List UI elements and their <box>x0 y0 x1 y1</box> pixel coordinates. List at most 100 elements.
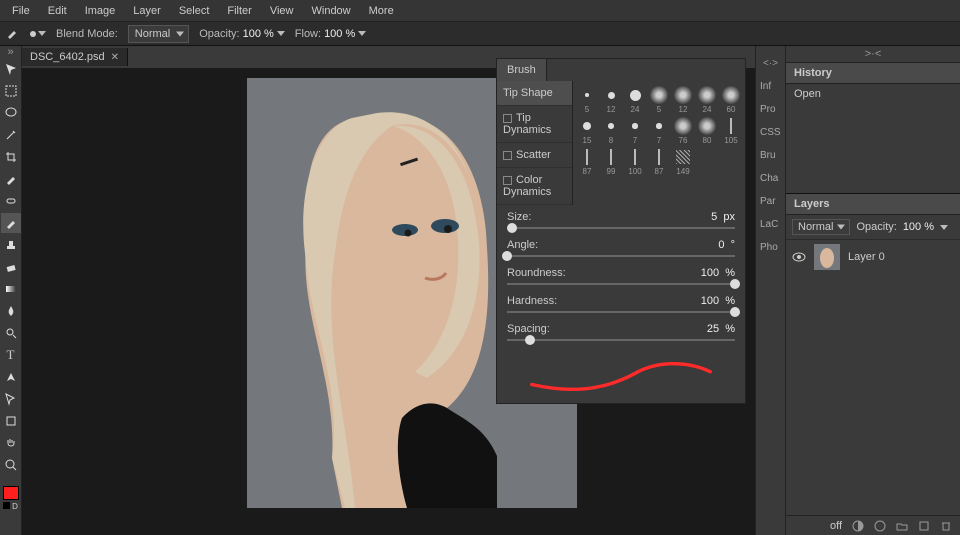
new-layer-icon[interactable] <box>918 520 930 532</box>
info-panel-tab[interactable]: Inf <box>756 75 785 98</box>
brush-size-icon[interactable] <box>30 31 46 37</box>
zoom-tool[interactable] <box>1 455 21 475</box>
slider-value[interactable]: 100 % <box>701 295 735 307</box>
document-tab[interactable]: DSC_6402.psd ✕ <box>22 48 128 66</box>
blur-tool[interactable] <box>1 301 21 321</box>
menu-edit[interactable]: Edit <box>40 2 75 20</box>
chevron-down-icon[interactable] <box>940 225 948 230</box>
wand-tool[interactable] <box>1 125 21 145</box>
angle-slider[interactable]: Angle:0 ° <box>507 239 735 257</box>
spacing-slider[interactable]: Spacing:25 % <box>507 323 735 341</box>
brush-preset[interactable]: 24 <box>697 85 717 114</box>
blend-mode-select[interactable]: Normal <box>128 25 189 43</box>
brush-preset[interactable]: 5 <box>649 85 669 114</box>
brush-preset[interactable]: 105 <box>721 116 741 145</box>
gradient-tool[interactable] <box>1 279 21 299</box>
slider-value[interactable]: 0 ° <box>718 239 735 251</box>
layer-thumbnail[interactable] <box>814 244 840 270</box>
brush-preset[interactable]: 24 <box>625 85 645 114</box>
hardness-slider[interactable]: Hardness:100 % <box>507 295 735 313</box>
bw-reset-icon[interactable] <box>3 502 10 509</box>
adjustment-icon[interactable] <box>874 520 886 532</box>
paragraph-panel-tab[interactable]: Par <box>756 190 785 213</box>
brush-panel-tab[interactable]: Brush <box>497 59 547 81</box>
menu-layer[interactable]: Layer <box>125 2 169 20</box>
collapse-icon[interactable]: >·< <box>786 46 960 63</box>
close-icon[interactable]: ✕ <box>111 52 119 63</box>
lasso-tool[interactable] <box>1 103 21 123</box>
layer-blend-select[interactable]: Normal <box>792 219 850 235</box>
slider-value[interactable]: 5 px <box>711 211 735 223</box>
tip-shape-section[interactable]: Tip Shape <box>497 81 572 106</box>
history-panel-header[interactable]: History <box>786 63 960 84</box>
opacity-control[interactable]: Opacity: 100 % <box>199 28 285 40</box>
crop-tool[interactable] <box>1 147 21 167</box>
marquee-tool[interactable] <box>1 81 21 101</box>
menu-filter[interactable]: Filter <box>219 2 259 20</box>
brush-panel-header: Brush <box>497 59 745 81</box>
brush-preset[interactable]: 80 <box>697 116 717 145</box>
menu-select[interactable]: Select <box>171 2 218 20</box>
flow-control[interactable]: Flow: 100 % <box>295 28 366 40</box>
eyedropper-tool[interactable] <box>1 169 21 189</box>
visibility-icon[interactable] <box>792 250 806 264</box>
shape-tool[interactable] <box>1 411 21 431</box>
menu-file[interactable]: File <box>4 2 38 20</box>
move-tool[interactable] <box>1 59 21 79</box>
hand-tool[interactable] <box>1 433 21 453</box>
brush-preset[interactable]: 100 <box>625 147 645 176</box>
brush-preset[interactable]: 7 <box>625 116 645 145</box>
brush-preset[interactable]: 87 <box>577 147 597 176</box>
brushes-panel-tab[interactable]: Bru <box>756 144 785 167</box>
size-slider[interactable]: Size:5 px <box>507 211 735 229</box>
trash-icon[interactable] <box>940 520 952 532</box>
menu-window[interactable]: Window <box>304 2 359 20</box>
layer-row[interactable]: Layer 0 <box>786 240 960 274</box>
document-tab-label: DSC_6402.psd <box>30 51 105 63</box>
slider-value[interactable]: 100 % <box>701 267 735 279</box>
menu-more[interactable]: More <box>361 2 402 20</box>
brush-tool-icon <box>6 25 20 42</box>
text-tool[interactable]: T <box>1 345 21 365</box>
channels-panel-tab[interactable]: Cha <box>756 167 785 190</box>
path-tool[interactable] <box>1 389 21 409</box>
brush-preset[interactable]: 12 <box>601 85 621 114</box>
tip-dynamics-section[interactable]: Tip Dynamics <box>497 106 572 143</box>
layercomps-panel-tab[interactable]: LaC <box>756 213 785 236</box>
brush-preset[interactable]: 87 <box>649 147 669 176</box>
collapse-icon[interactable]: » <box>1 46 21 58</box>
layer-name[interactable]: Layer 0 <box>848 251 885 263</box>
history-entry[interactable]: Open <box>794 88 952 100</box>
brush-preset[interactable]: 60 <box>721 85 741 114</box>
mask-icon[interactable] <box>852 520 864 532</box>
brush-preset[interactable]: 76 <box>673 116 693 145</box>
brush-preset[interactable]: 5 <box>577 85 597 114</box>
layer-opacity-value[interactable]: 100 % <box>903 221 934 233</box>
foreground-color[interactable] <box>3 486 19 500</box>
color-swatches[interactable]: D <box>1 486 21 511</box>
layers-panel-header[interactable]: Layers <box>786 194 960 215</box>
menu-image[interactable]: Image <box>77 2 124 20</box>
brush-preset[interactable]: 12 <box>673 85 693 114</box>
properties-panel-tab[interactable]: Pro <box>756 98 785 121</box>
brush-preset[interactable]: 8 <box>601 116 621 145</box>
menu-view[interactable]: View <box>262 2 302 20</box>
photo-panel-tab[interactable]: Pho <box>756 236 785 259</box>
dodge-tool[interactable] <box>1 323 21 343</box>
color-dynamics-section[interactable]: Color Dynamics <box>497 168 572 205</box>
scatter-section[interactable]: Scatter <box>497 143 572 168</box>
roundness-slider[interactable]: Roundness:100 % <box>507 267 735 285</box>
eraser-tool[interactable] <box>1 257 21 277</box>
css-panel-tab[interactable]: CSS <box>756 121 785 144</box>
heal-tool[interactable] <box>1 191 21 211</box>
stamp-tool[interactable] <box>1 235 21 255</box>
pen-tool[interactable] <box>1 367 21 387</box>
brush-preset[interactable]: 7 <box>649 116 669 145</box>
brush-preset[interactable]: 99 <box>601 147 621 176</box>
slider-value[interactable]: 25 % <box>707 323 735 335</box>
brush-preset[interactable]: 149 <box>673 147 693 176</box>
folder-icon[interactable] <box>896 520 908 532</box>
brush-tool[interactable] <box>1 213 21 233</box>
expand-icon[interactable]: <·> <box>756 52 785 75</box>
brush-preset[interactable]: 15 <box>577 116 597 145</box>
